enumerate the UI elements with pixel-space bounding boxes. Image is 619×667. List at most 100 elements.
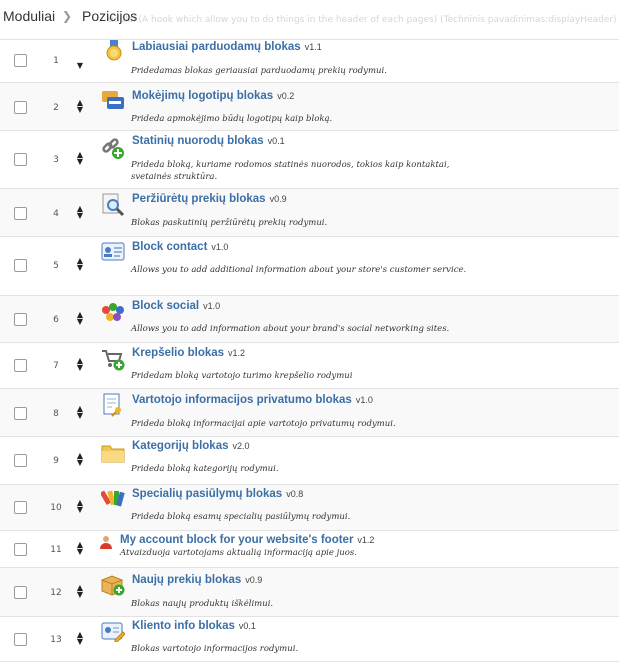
hook-description: udulai (A hook which allow you to do thi…	[108, 15, 617, 25]
module-version: v1.1	[304, 42, 322, 52]
select-checkbox[interactable]	[14, 54, 27, 67]
position-number: 8	[53, 409, 59, 419]
module-row: 2 ▲ ▼ Mokėjimų logotipų blokas v0.2 Prided…	[0, 83, 619, 131]
social-people-icon	[101, 301, 124, 323]
module-description: Pridedamas blokas geriausiai parduodamų …	[131, 66, 387, 76]
module-description: Blokas paskutinių peržiūrėtų prekių rody…	[131, 218, 328, 228]
move-down-icon[interactable]: ▼	[75, 62, 85, 70]
module-version: v1.0	[203, 301, 221, 311]
module-row: 7 ▲ ▼ Krepšelio blokas v1.2 Pridedam bloką…	[0, 343, 619, 389]
cart-add-icon	[101, 348, 125, 371]
module-title[interactable]: Block social v1.0	[132, 300, 220, 312]
select-checkbox[interactable]	[14, 259, 27, 272]
user-icon	[99, 534, 113, 549]
position-number: 2	[53, 103, 59, 113]
select-checkbox[interactable]	[14, 454, 27, 467]
position-number: 7	[53, 361, 59, 371]
position-number: 13	[50, 635, 62, 645]
select-checkbox[interactable]	[14, 543, 27, 556]
module-description: Pridedam bloką vartotojo turimo krepšeli…	[131, 371, 353, 381]
chain-link-add-icon	[101, 136, 124, 159]
module-title[interactable]: Block contact v1.0	[132, 241, 228, 253]
module-title[interactable]: Specialių pasiūlymų blokas v0.8	[132, 488, 303, 500]
module-version: v1.0	[211, 242, 229, 252]
module-row: 12 ▲ ▼ Naujų prekių blokas v0.9 Blokas nau…	[0, 568, 619, 617]
module-title[interactable]: Kategorijų blokas v2.0	[132, 440, 250, 452]
module-title[interactable]: Labiausiai parduodamų blokas v1.1	[132, 41, 322, 53]
module-version: v1.2	[228, 348, 246, 358]
module-title[interactable]: Kliento info blokas v0.1	[132, 620, 256, 632]
module-row: 6 ▲ ▼ Block social v1.0 Allows you to add …	[0, 296, 619, 343]
module-title[interactable]: Naujų prekių blokas v0.9	[132, 574, 262, 586]
module-description: Blokas vartotojo informacijos rodymui.	[131, 644, 299, 654]
module-version: v0.1	[267, 136, 285, 146]
module-row: 3 ▲ ▼ Statinių nuorodų blokas v0.1 Prideda…	[0, 131, 619, 189]
module-version: v0.1	[238, 621, 256, 631]
position-number: 4	[53, 209, 59, 219]
select-checkbox[interactable]	[14, 407, 27, 420]
move-up-down-icon[interactable]: ▲ ▼	[75, 541, 85, 556]
contact-card-icon	[101, 241, 125, 263]
module-row: 9 ▲ ▼ Kategorijų blokas v2.0 Prideda bloką…	[0, 437, 619, 485]
module-description: Atvaizduoja vartotojams aktualią informa…	[120, 548, 357, 558]
module-description: Prideda bloką, kuriame rodomos statinės …	[131, 160, 450, 182]
medal-icon	[103, 40, 125, 62]
select-checkbox[interactable]	[14, 633, 27, 646]
move-up-down-icon[interactable]: ▲ ▼	[75, 357, 85, 372]
module-title[interactable]: Peržiūrėtų prekių blokas v0.9	[132, 193, 287, 205]
breadcrumb-positions[interactable]: Pozicijos	[82, 8, 137, 24]
module-row: 1 ▼ Labiausiai parduodamų blokas v1.1 Pri…	[0, 40, 619, 83]
module-version: v0.9	[245, 575, 263, 585]
module-description: Prideda apmokėjimo būdų logotipų kaip bl…	[131, 114, 333, 124]
module-description: Blokas naujų produktų iškėlimui.	[131, 599, 274, 609]
module-version: v1.0	[355, 395, 373, 405]
module-title[interactable]: Statinių nuorodų blokas v0.1	[132, 135, 285, 147]
move-up-down-icon[interactable]: ▲ ▼	[75, 584, 85, 599]
select-checkbox[interactable]	[14, 313, 27, 326]
module-row: 13 ▲ ▼ Kliento info blokas v0.1 Blokas var…	[0, 617, 619, 662]
move-up-down-icon[interactable]: ▲ ▼	[75, 405, 85, 420]
document-key-icon	[101, 393, 123, 417]
module-description: Prideda bloką informacijai apie vartotoj…	[131, 419, 396, 429]
select-checkbox[interactable]	[14, 153, 27, 166]
id-card-edit-icon	[101, 620, 126, 643]
select-checkbox[interactable]	[14, 501, 27, 514]
module-version: v0.8	[286, 489, 304, 499]
breadcrumb-modules[interactable]: Moduliai	[3, 8, 55, 24]
move-up-down-icon[interactable]: ▲ ▼	[75, 311, 85, 326]
move-up-down-icon[interactable]: ▲ ▼	[75, 257, 85, 272]
move-up-down-icon[interactable]: ▲ ▼	[75, 151, 85, 166]
move-up-down-icon[interactable]: ▲ ▼	[75, 499, 85, 514]
module-version: v2.0	[232, 441, 250, 451]
module-description: Prideda bloką esamų specialių pasiūlymų …	[131, 512, 351, 522]
move-up-down-icon[interactable]: ▲ ▼	[75, 99, 85, 114]
module-version: v1.2	[357, 535, 375, 545]
module-row: 8 ▲ ▼ Vartotojo informacijos privatumo bl…	[0, 389, 619, 437]
position-number: 9	[53, 456, 59, 466]
position-number: 6	[53, 315, 59, 325]
breadcrumb-chevron-icon: ❯	[62, 9, 73, 23]
module-title[interactable]: Vartotojo informacijos privatumo blokas v…	[132, 394, 373, 406]
position-number: 1	[53, 56, 59, 66]
move-up-down-icon[interactable]: ▲ ▼	[75, 205, 85, 220]
module-title[interactable]: Krepšelio blokas v1.2	[132, 347, 245, 359]
module-list: 1 ▼ Labiausiai parduodamų blokas v1.1 Pri…	[0, 40, 619, 662]
module-row: 11 ▲ ▼ My account block for your website'…	[0, 531, 619, 568]
position-number: 11	[50, 545, 62, 555]
position-number: 10	[50, 503, 62, 513]
payment-cards-icon	[101, 89, 124, 111]
module-version: v0.2	[277, 91, 295, 101]
color-swatches-icon	[99, 488, 125, 510]
box-add-icon	[101, 574, 125, 596]
module-title[interactable]: My account block for your website's foot…	[120, 534, 374, 546]
module-description: Allows you to add additional information…	[131, 265, 467, 275]
select-checkbox[interactable]	[14, 101, 27, 114]
move-up-down-icon[interactable]: ▲ ▼	[75, 631, 85, 646]
move-up-down-icon[interactable]: ▲ ▼	[75, 452, 85, 467]
select-checkbox[interactable]	[14, 359, 27, 372]
select-checkbox[interactable]	[14, 586, 27, 599]
position-number: 5	[53, 261, 59, 271]
select-checkbox[interactable]	[14, 207, 27, 220]
module-title[interactable]: Mokėjimų logotipų blokas v0.2	[132, 90, 294, 102]
module-row: 5 ▲ ▼ Block contact v1.0 Allows you to add…	[0, 237, 619, 296]
